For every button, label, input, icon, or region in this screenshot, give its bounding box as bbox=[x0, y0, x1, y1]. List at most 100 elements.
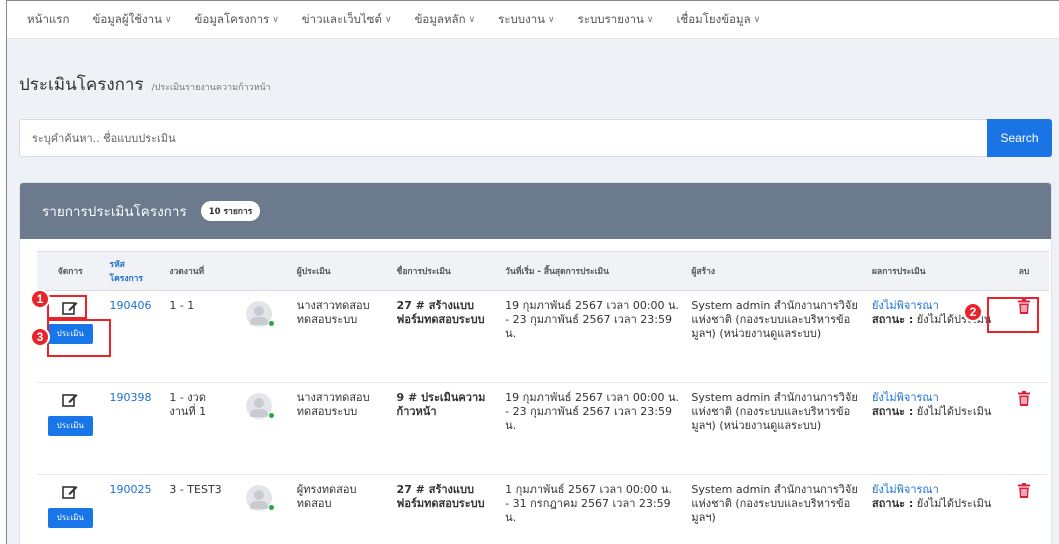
nav-item-5[interactable]: ระบบงาน ∨ bbox=[498, 11, 554, 29]
chevron-down-icon: ∨ bbox=[646, 14, 654, 25]
header-creator: ผู้สร้าง bbox=[685, 251, 867, 291]
avatar bbox=[245, 485, 274, 511]
assess-button[interactable]: ประเมิน bbox=[47, 416, 93, 436]
period: 1 - 1 bbox=[163, 290, 230, 383]
header-assessor: ผู้ประเมิน bbox=[290, 251, 391, 291]
header-name: ชื่อการประเมิน bbox=[390, 251, 500, 291]
top-navigation: หน้าแรก ข้อมูลผู้ใช้งาน ∨ ข้อมูลโครงการ ∨ ข่า… bbox=[7, 1, 1059, 39]
assessment-period: 19 กุมภาพันธ์ 2567 เวลา 00:00 น. - 23 กุ… bbox=[499, 290, 686, 383]
nav-item-label: หน้าแรก bbox=[27, 11, 70, 26]
result-cell: ยังไม่พิจารณา สถานะ : ยังไม่ได้ประเมิน bbox=[866, 382, 1000, 475]
manage-cell: ประเมิน bbox=[37, 382, 104, 475]
avatar-cell bbox=[229, 290, 291, 383]
title-row: ประเมินโครงการ /ประเมินรายงานความก้าวหน้… bbox=[19, 71, 271, 98]
nav-item-4[interactable]: ข้อมูลหลัก ∨ bbox=[415, 11, 476, 29]
table-header-row: จัดการ รหัสโครงการ งวดงานที่ ผู้ประเมิน … bbox=[37, 251, 1049, 291]
header-avatar bbox=[229, 251, 291, 291]
creator: System admin สำนักงานการวิจัยแห่งชาติ (ก… bbox=[685, 290, 867, 383]
edit-icon[interactable] bbox=[62, 485, 78, 499]
table-row: ประเมิน 190406 1 - 1 นางสาวทดสอบ ทดสอบระบบ 2… bbox=[37, 290, 1049, 383]
result-link[interactable]: ยังไม่พิจารณา bbox=[872, 391, 993, 405]
chevron-down-icon: ∨ bbox=[468, 14, 476, 25]
nav-item-6[interactable]: ระบบรายงาน ∨ bbox=[578, 11, 654, 29]
assessment-list-panel: รายการประเมินโครงการ 10 รายการ จัดการ รห… bbox=[19, 182, 1052, 544]
nav-item-3[interactable]: ข่าวและเว็บไซต์ ∨ bbox=[302, 11, 392, 29]
nav-item-7[interactable]: เชื่อมโยงข้อมูล ∨ bbox=[677, 11, 761, 29]
chevron-down-icon: ∨ bbox=[164, 14, 172, 25]
status-value: ยังไม่ได้ประเมิน bbox=[916, 497, 992, 510]
highlight-delete-icon bbox=[987, 297, 1039, 333]
search-button[interactable]: Search bbox=[987, 119, 1052, 157]
nav-item-label: ข่าวและเว็บไซต์ bbox=[301, 11, 382, 26]
panel-header: รายการประเมินโครงการ 10 รายการ bbox=[20, 183, 1051, 239]
nav-item-label: ข้อมูลหลัก bbox=[414, 11, 466, 26]
assessment-period: 1 กุมภาพันธ์ 2567 เวลา 00:00 น. - 31 กรก… bbox=[499, 474, 686, 544]
assessor: ผู้ทรงทดสอบ ทดสอบ bbox=[290, 474, 391, 544]
online-status-icon bbox=[268, 413, 274, 418]
chevron-down-icon: ∨ bbox=[548, 14, 555, 25]
app-frame: หน้าแรก ข้อมูลผู้ใช้งาน ∨ ข้อมูลโครงการ ∨ ข่า… bbox=[6, 0, 1059, 544]
project-code[interactable]: 190406 bbox=[103, 290, 164, 383]
table-row: ประเมิน 190398 1 - งวดงานที่ 1 นางสาวทดสอบ … bbox=[37, 382, 1049, 475]
avatar bbox=[245, 393, 274, 419]
chevron-down-icon: ∨ bbox=[384, 14, 392, 25]
assessment-name: 27 # สร้างแบบฟอร์มทดสอบระบบ bbox=[390, 474, 500, 544]
result-link[interactable]: ยังไม่พิจารณา bbox=[872, 483, 993, 497]
nav-item-label: ระบบงาน bbox=[498, 11, 546, 26]
trash-icon[interactable] bbox=[1018, 391, 1031, 406]
assessor: นางสาวทดสอบ ทดสอบระบบ bbox=[290, 382, 391, 475]
callout-2: 2 bbox=[963, 302, 983, 322]
nav-item-0[interactable]: หน้าแรก bbox=[27, 11, 69, 29]
callout-3: 3 bbox=[30, 327, 50, 347]
delete-cell bbox=[999, 382, 1049, 475]
chevron-down-icon: ∨ bbox=[753, 14, 761, 25]
status-label: สถานะ : bbox=[872, 497, 914, 510]
header-delete: ลบ bbox=[999, 251, 1049, 291]
nav-item-label: เชื่อมโยงข้อมูล bbox=[676, 11, 751, 26]
status-label: สถานะ : bbox=[872, 405, 914, 418]
search-input[interactable] bbox=[20, 120, 980, 156]
table-row: ประเมิน 190025 3 - TEST3 ผู้ทรงทดสอบ ทดสอบ 2… bbox=[37, 474, 1049, 544]
nav-item-label: ข้อมูลโครงการ bbox=[194, 11, 270, 26]
avatar-cell bbox=[229, 382, 291, 475]
avatar bbox=[245, 301, 274, 327]
edit-icon[interactable] bbox=[62, 393, 78, 407]
count-badge: 10 รายการ bbox=[200, 201, 261, 221]
project-code[interactable]: 190025 bbox=[103, 474, 164, 544]
online-status-icon bbox=[268, 321, 274, 326]
trash-icon[interactable] bbox=[1018, 483, 1031, 498]
nav-item-2[interactable]: ข้อมูลโครงการ ∨ bbox=[195, 11, 279, 29]
page-title: ประเมินโครงการ bbox=[19, 75, 144, 95]
panel-title: รายการประเมินโครงการ bbox=[42, 204, 187, 220]
status-label: สถานะ : bbox=[872, 313, 914, 326]
status-value: ยังไม่ได้ประเมิน bbox=[916, 405, 992, 418]
assess-button[interactable]: ประเมิน bbox=[47, 508, 93, 528]
search-bar: Search bbox=[19, 119, 1052, 157]
online-status-icon bbox=[268, 505, 274, 510]
header-period: งวดงานที่ bbox=[163, 251, 230, 291]
assessment-period: 19 กุมภาพันธ์ 2567 เวลา 00:00 น. - 23 กุ… bbox=[499, 382, 686, 475]
result-cell: ยังไม่พิจารณา สถานะ : ยังไม่ได้ประเมิน bbox=[866, 474, 1000, 544]
highlight-assess-button bbox=[47, 319, 111, 357]
nav-item-1[interactable]: ข้อมูลผู้ใช้งาน ∨ bbox=[92, 11, 171, 29]
callout-1: 1 bbox=[30, 289, 50, 309]
manage-cell: ประเมิน bbox=[37, 474, 104, 544]
creator: System admin สำนักงานการวิจัยแห่งชาติ (ก… bbox=[685, 382, 867, 475]
header-code: รหัสโครงการ bbox=[103, 251, 164, 291]
avatar-cell bbox=[229, 474, 291, 544]
period: 3 - TEST3 bbox=[163, 474, 230, 544]
assessment-table: จัดการ รหัสโครงการ งวดงานที่ ผู้ประเมิน … bbox=[37, 251, 1049, 544]
assessment-name: 27 # สร้างแบบฟอร์มทดสอบระบบ bbox=[390, 290, 500, 383]
delete-cell bbox=[999, 474, 1049, 544]
creator: System admin สำนักงานการวิจัยแห่งชาติ (ก… bbox=[685, 474, 867, 544]
nav-item-label: ระบบรายงาน bbox=[577, 11, 644, 26]
header-manage: จัดการ bbox=[37, 251, 104, 291]
project-code[interactable]: 190398 bbox=[103, 382, 164, 475]
chevron-down-icon: ∨ bbox=[272, 14, 279, 25]
period: 1 - งวดงานที่ 1 bbox=[163, 382, 230, 475]
breadcrumb: /ประเมินรายงานความก้าวหน้า bbox=[151, 83, 271, 93]
highlight-edit-icon bbox=[47, 295, 87, 319]
assessor: นางสาวทดสอบ ทดสอบระบบ bbox=[290, 290, 391, 383]
nav-item-label: ข้อมูลผู้ใช้งาน bbox=[92, 11, 162, 26]
assessment-name: 9 # ประเมินความก้าวหน้า bbox=[390, 382, 500, 475]
